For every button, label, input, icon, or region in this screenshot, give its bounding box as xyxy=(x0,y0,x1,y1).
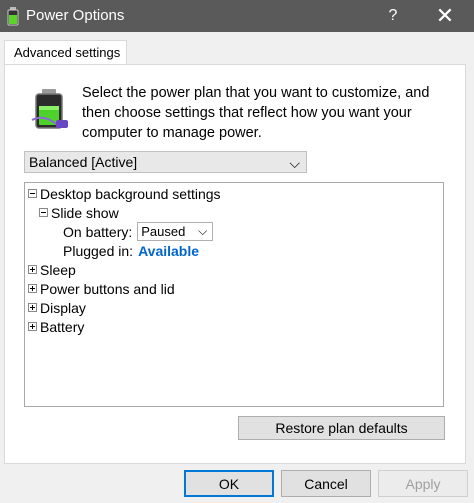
apply-button[interactable]: Apply xyxy=(378,470,468,497)
tree-item-label: Display xyxy=(40,299,86,316)
close-button[interactable]: ✕ xyxy=(422,0,468,32)
expand-icon[interactable] xyxy=(28,322,37,331)
plugged-in-label: Plugged in: xyxy=(63,242,134,259)
tab-advanced-settings[interactable]: Advanced settings xyxy=(4,40,127,65)
tree-item-display[interactable]: Display xyxy=(28,298,86,317)
plan-description: Select the power plan that you want to c… xyxy=(82,85,430,141)
collapse-icon[interactable] xyxy=(39,208,48,217)
tree-item-power-buttons[interactable]: Power buttons and lid xyxy=(28,279,175,298)
battery-app-icon xyxy=(7,7,19,26)
restore-defaults-button[interactable]: Restore plan defaults xyxy=(238,416,445,440)
cancel-button[interactable]: Cancel xyxy=(281,470,371,497)
setting-plugged-in: Plugged in: Available xyxy=(63,241,199,260)
help-button[interactable]: ? xyxy=(370,0,416,32)
title-bar: Power Options ? ✕ xyxy=(0,0,474,32)
expand-icon[interactable] xyxy=(28,265,37,274)
expand-icon[interactable] xyxy=(28,284,37,293)
on-battery-label: On battery: xyxy=(63,223,133,240)
chevron-down-icon: ⌵ xyxy=(198,224,208,238)
expand-icon[interactable] xyxy=(28,303,37,312)
tree-item-sleep[interactable]: Sleep xyxy=(28,260,76,279)
setting-on-battery: On battery: Paused ⌵ xyxy=(63,222,214,241)
tree-item-label: Desktop background settings xyxy=(40,185,221,202)
settings-tree[interactable]: Desktop background settings Slide show O… xyxy=(24,182,444,407)
on-battery-value: Paused xyxy=(141,224,186,239)
tree-item-label: Sleep xyxy=(40,261,76,278)
power-plan-select[interactable]: Balanced [Active] ⌵ xyxy=(24,151,307,173)
window-title: Power Options xyxy=(26,7,125,24)
tree-item-desktop-background[interactable]: Desktop background settings xyxy=(28,184,221,203)
tree-item-label: Power buttons and lid xyxy=(40,280,175,297)
tree-item-label: Slide show xyxy=(51,204,119,221)
power-plan-value: Balanced [Active] xyxy=(29,154,138,170)
tree-item-label: Battery xyxy=(40,318,85,335)
battery-plan-icon xyxy=(31,89,68,129)
plugged-in-link[interactable]: Available xyxy=(138,243,199,259)
chevron-down-icon: ⌵ xyxy=(289,155,300,171)
on-battery-dropdown[interactable]: Paused ⌵ xyxy=(137,222,214,241)
tree-item-slide-show[interactable]: Slide show xyxy=(39,203,119,222)
collapse-icon[interactable] xyxy=(28,189,37,198)
tree-item-battery[interactable]: Battery xyxy=(28,317,84,336)
ok-button[interactable]: OK xyxy=(184,470,274,497)
